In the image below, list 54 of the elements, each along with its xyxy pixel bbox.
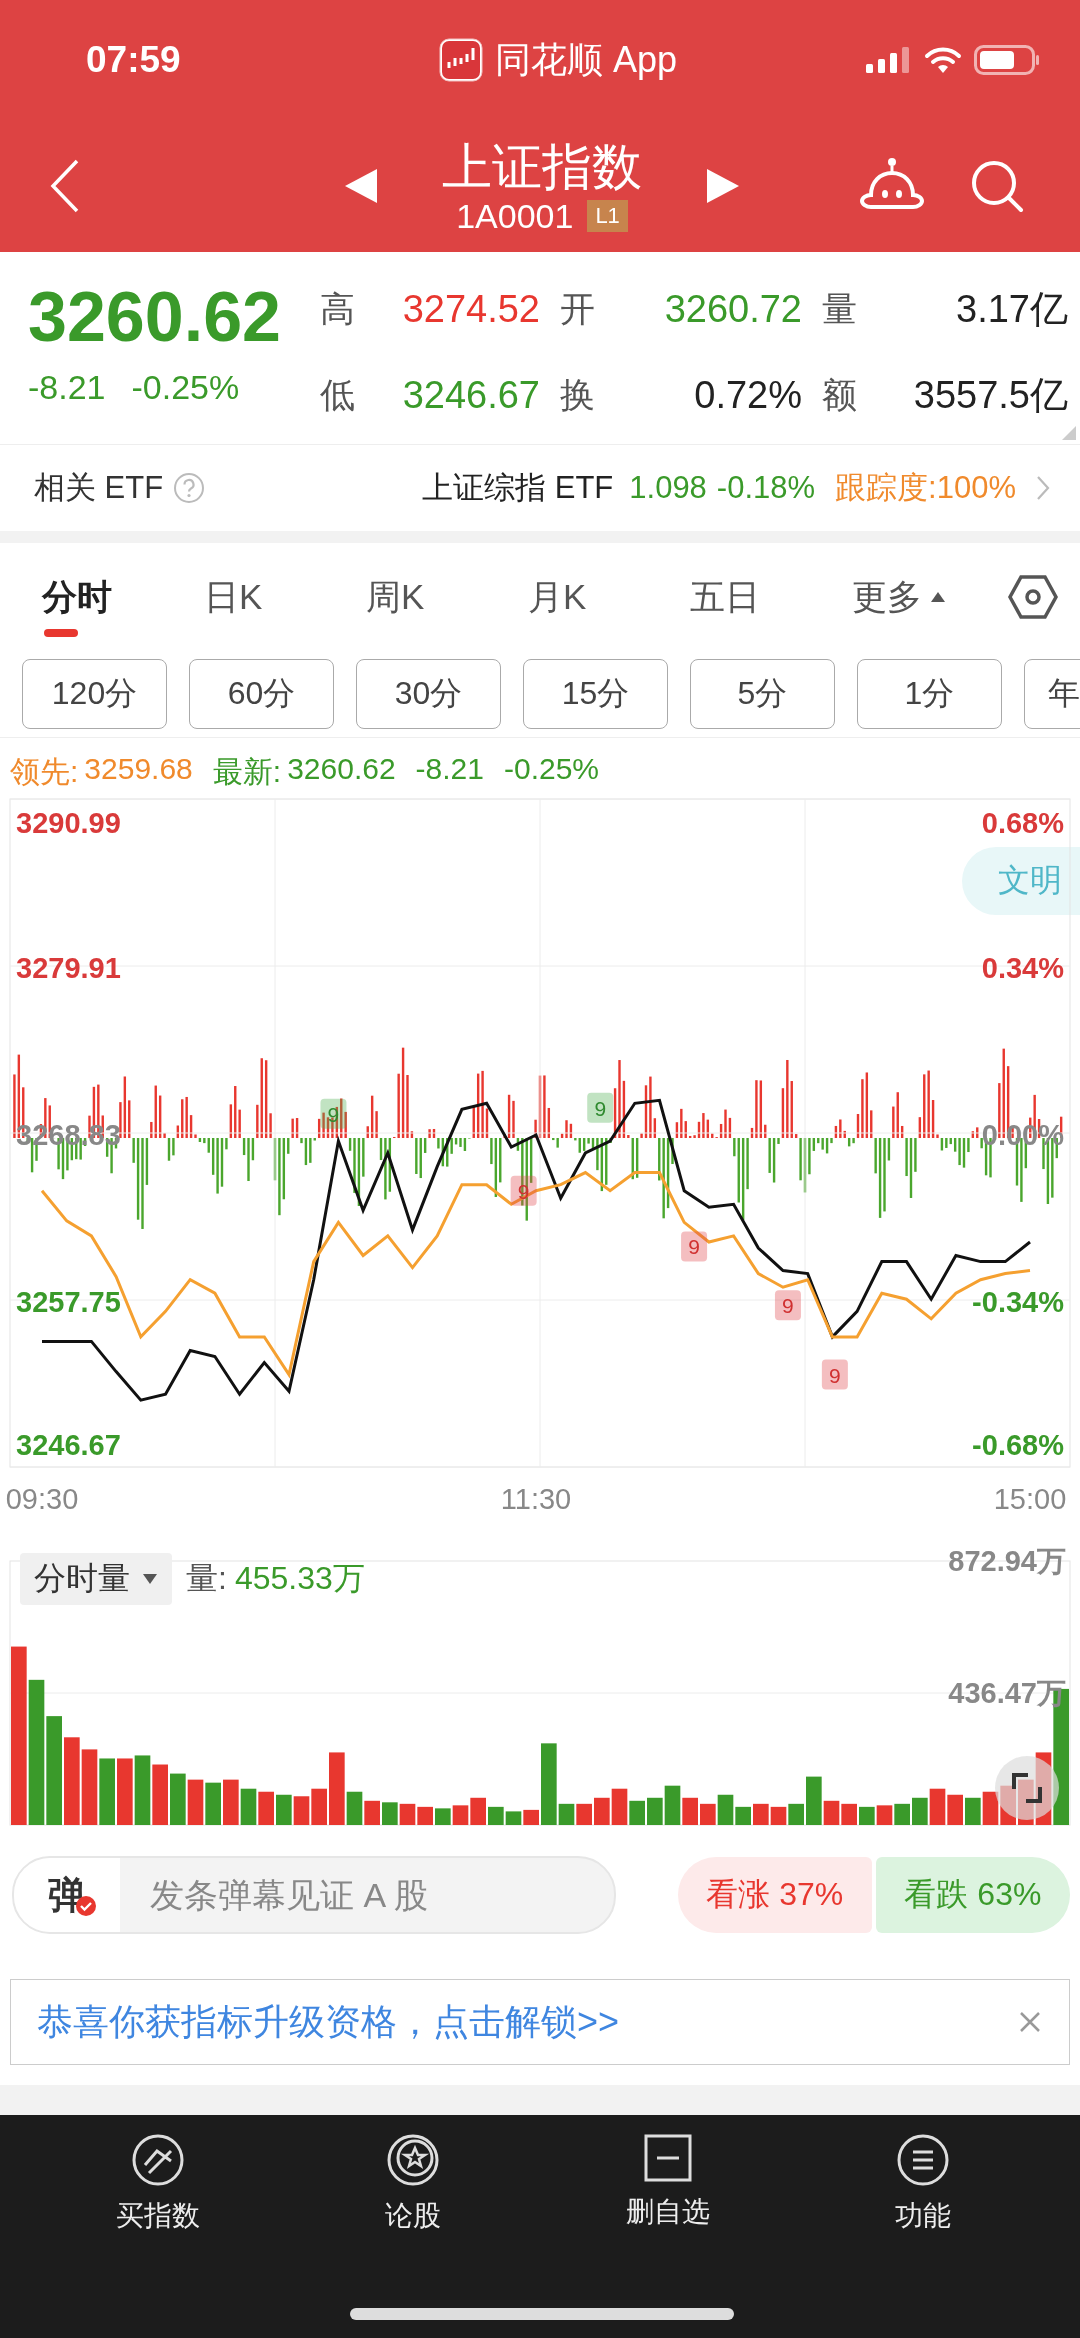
price-change: -8.21 [28,368,106,407]
status-time: 07:59 [86,39,182,81]
annotation: 9 [517,1179,530,1203]
tracking-degree: 跟踪度:100% [835,469,1016,507]
volume-axis-label: 872.94万 [948,1545,1066,1577]
percent-axis-label: -0.34% [972,1286,1064,1318]
annotation: 9 [688,1235,700,1259]
signal-marker: 9 [587,1092,614,1123]
percent-axis-label: 0.34% [981,952,1064,984]
stat-label: 低 [320,373,355,416]
etf-price: 1.098 [629,470,707,506]
stat-value: 3246.67 [402,373,540,417]
price-axis-label: 3279.91 [16,952,121,984]
danmaku-label: 弹 [48,1872,86,1918]
time-axis-label: 09:30 [5,1483,79,1515]
volume-axis-label: 436.47万 [948,1677,1066,1709]
latest-change: -8.21 [415,752,484,783]
current-price: 3260.62 [28,277,283,358]
annotation: 9 [594,1096,607,1120]
percent-axis-label: 0.68% [981,807,1064,839]
percent-axis-label: -0.68% [972,1429,1064,1461]
index-title: 上证指数 [442,137,642,197]
volume-label: 量: [186,1559,227,1598]
etf-change-percent: -0.18% [716,470,816,506]
stat-value: 3.17亿 [956,286,1068,332]
stat-value: 3260.72 [664,287,802,331]
app-name: 同花顺 App [494,37,678,82]
annotation: 9 [829,1363,841,1387]
price-axis-label: 3290.99 [16,807,121,839]
stat-label: 量 [822,287,857,330]
stat-label: 换 [560,373,595,416]
stat-value: 3557.5亿 [913,372,1068,418]
price-axis-label: 3246.67 [16,1429,121,1461]
stat-value: 3274.52 [402,287,540,331]
stat-label: 高 [320,287,355,330]
related-etf-label: 相关 ETF [34,469,164,507]
latest-value: 3260.62 [287,752,396,783]
time-axis-label: 11:30 [500,1483,572,1515]
signal-marker: 9 [681,1231,708,1262]
index-code: 1A0001 [456,196,574,236]
stat-label: 额 [822,373,857,416]
stat-label: 开 [560,287,595,330]
annotation: 9 [782,1294,794,1318]
time-axis-label: 15:00 [993,1483,1067,1515]
price-change-percent: -0.25% [131,368,240,407]
signal-marker: 9 [774,1290,801,1321]
stat-value: 0.72% [694,373,802,417]
signal-marker: 9 [510,1175,537,1206]
lead-value: 3259.68 [84,752,193,783]
signal-marker: 9 [821,1359,848,1390]
price-axis-label: 3257.75 [16,1286,121,1318]
level-badge: L1 [587,200,628,232]
latest-change-percent: -0.25% [504,752,600,783]
volume-value: 455.33万 [234,1559,365,1598]
